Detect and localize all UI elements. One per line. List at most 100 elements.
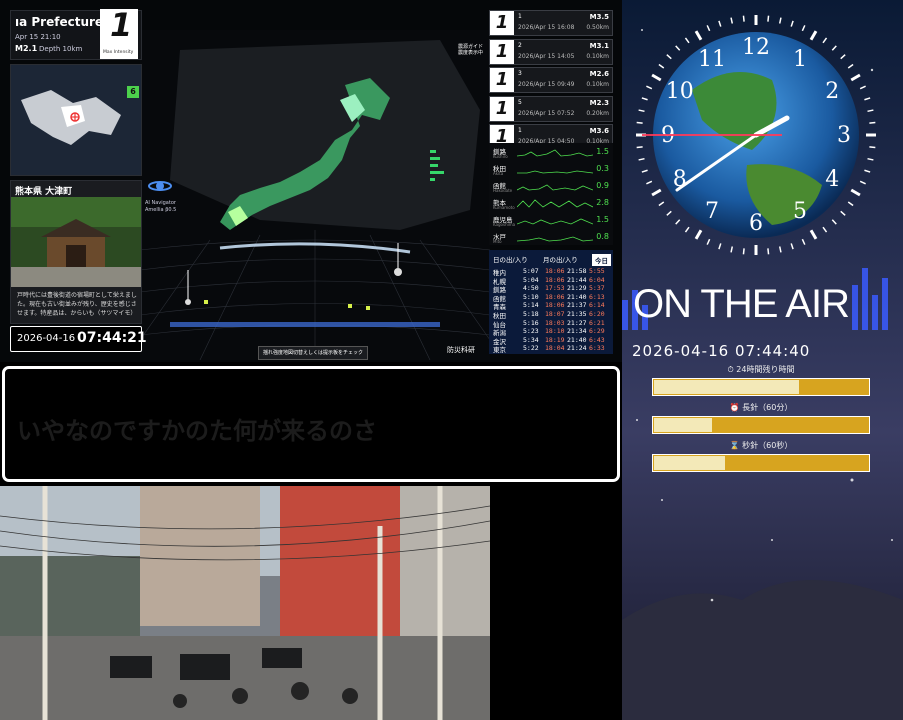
list-time: 2026/Apr 15 14:05: [518, 52, 575, 60]
progress-fill-minute: [654, 456, 726, 470]
list-magnitude: M3.1: [589, 41, 609, 50]
seismo-wave: [517, 184, 593, 191]
list-depth: 0.10km: [586, 81, 609, 88]
quake-list-item[interactable]: 1 1 2026/Apr 15 16:08 M3.5 0.50km: [489, 10, 613, 36]
max-intensity-badge: 1 Max Intensity: [100, 6, 138, 59]
list-index: 1: [518, 13, 522, 20]
station-en: Kagoshima: [493, 222, 516, 227]
photo-location-title: 熊本県 大津町: [15, 187, 73, 197]
clock-numeral: 6: [749, 211, 763, 236]
clock-tick: [636, 146, 643, 149]
stream-screen: ıa Prefecture Apr 15 21:10 M2.1 Depth 10…: [0, 0, 903, 720]
tab-today[interactable]: 今日: [592, 254, 611, 266]
map-caption: 揺れ強度地図切替えしくは提示板をチェック: [258, 346, 368, 360]
clock-numeral: 5: [793, 199, 807, 224]
quake-depth: Depth 10km: [39, 45, 83, 53]
station-en: Hakodate: [493, 188, 513, 193]
progress-label-hour-text: 長針（60分）: [742, 403, 793, 412]
sun-time: 18:06: [545, 275, 565, 284]
sun-time: 18:19: [545, 335, 565, 344]
station-value: 0.9: [596, 181, 609, 190]
progress-fill-hour: [654, 418, 713, 432]
sun-tabs: 日の出/入り 月の出/入り 今日: [493, 252, 611, 266]
sun-time: 5:23: [523, 327, 539, 336]
tab-moon[interactable]: 月の出/入り: [543, 254, 578, 264]
sun-time: 5:10: [523, 292, 539, 301]
clock-tick: [636, 121, 643, 124]
clock-numeral: 12: [742, 35, 770, 60]
progress-bar-hour: [652, 416, 870, 434]
broadcast-datetime: 2026-04-16 07:44:40: [632, 342, 811, 360]
seismo-wave: [517, 236, 593, 242]
station-value: 0.3: [596, 164, 609, 173]
map-guide-text: 震源ガイド 震度表示中: [458, 44, 484, 56]
sun-time: 21:34: [567, 327, 587, 336]
clock-tick: [767, 15, 770, 22]
sun-row: 東京 5:22 18:04 21:24 6:33: [493, 344, 611, 355]
quake-datetime: Apr 15 21:10: [15, 33, 61, 41]
sun-time: 5:37: [589, 284, 605, 293]
space-background: 12 1234567891011: [622, 0, 903, 720]
sun-time: 6:29: [589, 327, 605, 336]
clock-numeral: 7: [705, 199, 719, 224]
photo-intensity-badge: 6: [127, 86, 139, 98]
japan-3d-map[interactable]: [140, 30, 490, 360]
list-intensity: 1: [490, 68, 514, 92]
sun-time: 6:04: [589, 275, 605, 284]
list-time: 2026/Apr 15 07:52: [518, 109, 575, 117]
sun-time: 21:35: [567, 310, 587, 318]
sun-time: 6:20: [589, 310, 605, 318]
seismo-wave: [517, 170, 593, 174]
list-index: 3: [518, 70, 522, 77]
brand-label: 防災科研: [447, 346, 475, 354]
sun-time: 18:06: [545, 301, 565, 310]
seismo-wave: [517, 218, 593, 225]
sun-time: 6:43: [589, 335, 605, 344]
sun-time: 6:21: [589, 318, 605, 327]
ai-navigator-label: AI Navigator Amellia β0.5: [145, 200, 177, 213]
seismo-wave: [517, 149, 593, 157]
sun-time: 5:07: [523, 267, 539, 275]
earthquake-monitor: ıa Prefecture Apr 15 21:10 M2.1 Depth 10…: [0, 0, 622, 362]
seismo-wave: [517, 199, 593, 208]
sun-time: 5:55: [589, 267, 605, 275]
clock-numeral: 1: [793, 47, 807, 72]
sun-time: 18:06: [545, 267, 565, 275]
seismo-row: 釧路 Kushiro 1.5: [489, 145, 613, 162]
list-intensity: 1: [490, 11, 514, 35]
sunrise-sunset-panel: 日の出/入り 月の出/入り 今日 稚内 5:07 18:06 21:58 5:55 札幌 5…: [489, 250, 613, 354]
progress-label-day-text: 24時間残り時間: [736, 365, 795, 374]
sun-time: 6:13: [589, 292, 605, 301]
clock-numeral: 11: [698, 47, 726, 72]
sun-city: 東京: [493, 346, 506, 355]
sun-time: 5:34: [523, 335, 539, 344]
sun-time: 21:58: [567, 267, 587, 275]
progress-label-hour: ⏰ 長針（60分）: [729, 403, 793, 412]
recent-quakes-list: 1 1 2026/Apr 15 16:08 M3.5 0.50km 1 2 20…: [489, 10, 613, 153]
seismo-row: 函館 Hakodate 0.9: [489, 179, 613, 196]
sun-time: 21:40: [567, 292, 587, 301]
sun-time: 18:06: [545, 292, 565, 301]
quake-list-item[interactable]: 1 3 2026/Apr 15 09:49 M2.6 0.10km: [489, 67, 613, 93]
list-magnitude: M2.6: [589, 70, 609, 78]
sun-time: 6:14: [589, 301, 605, 310]
epicenter-minimap[interactable]: [10, 64, 142, 176]
local-date: 2026-04-16: [17, 333, 76, 344]
location-photo-card: 熊本県 大津町 戸時代には豊後街道の宿場町として栄えました。現在も古い街並みが残…: [10, 180, 142, 324]
progress-label-minute-text: 秒針（60秒）: [742, 441, 793, 450]
quake-list-item[interactable]: 1 2 2026/Apr 15 14:05 M3.1 0.10km: [489, 38, 613, 65]
list-time: 2026/Apr 15 16:08: [518, 24, 575, 31]
street-camera-feed[interactable]: [0, 486, 490, 720]
sun-time: 17:53: [545, 284, 565, 293]
quake-list-item[interactable]: 1 5 2026/Apr 15 07:52 M2.3 0.20km: [489, 95, 613, 122]
sun-time: 5:18: [523, 310, 539, 318]
station-en: Mito: [493, 239, 502, 244]
tab-sun[interactable]: 日の出/入り: [493, 254, 528, 264]
list-index: 2: [518, 41, 522, 49]
progress-label-day: ⏱ 24時間残り時間: [727, 365, 795, 374]
clock-tick: [767, 248, 770, 255]
list-intensity: 1: [490, 39, 514, 64]
local-clock: 2026-04-16 07:44:21: [10, 326, 147, 352]
sun-time: 21:27: [567, 318, 587, 327]
progress-fill-day: [654, 380, 799, 394]
